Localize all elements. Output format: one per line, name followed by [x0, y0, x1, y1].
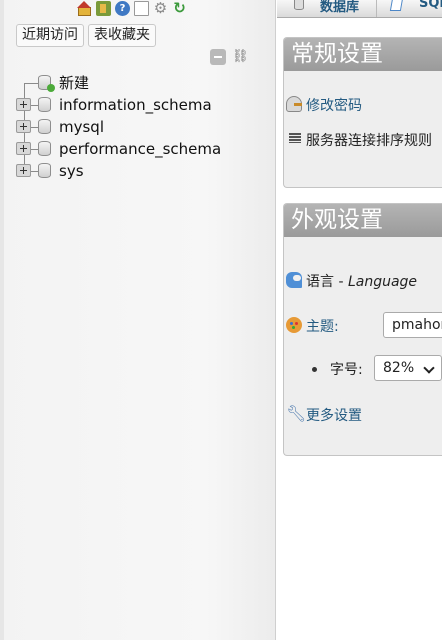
font-size-label: 字号: — [330, 362, 363, 378]
font-size-row: 字号: — [330, 359, 363, 379]
expand-icon[interactable] — [16, 164, 31, 177]
password-icon — [286, 96, 302, 112]
tab-sql[interactable]: SQL — [419, 0, 442, 11]
more-settings-link[interactable]: 🔧︎ 更多设置 — [286, 405, 362, 425]
expand-icon[interactable] — [16, 98, 31, 111]
tree-item-label[interactable]: performance_schema — [59, 138, 221, 160]
docs-icon[interactable] — [134, 0, 149, 16]
nav-tabs: 近期访问 表收藏夹 — [16, 24, 156, 47]
new-database-icon — [38, 75, 55, 92]
tree-item-new[interactable]: 新建 — [16, 72, 271, 94]
tree-item-label[interactable]: 新建 — [59, 72, 89, 94]
theme-select[interactable]: pmahomme — [383, 312, 442, 338]
database-icon — [38, 141, 51, 156]
main-content: 数据库 SQL 常规设置 修改密码 服务器连接排序规则 外观设置 语言 - La… — [277, 0, 442, 640]
tree-item-label[interactable]: information_schema — [59, 94, 212, 116]
database-icon — [38, 163, 51, 178]
font-size-select[interactable]: 82% — [374, 355, 442, 381]
appearance-settings-panel: 外观设置 语言 - Language 主题: pmahomme 字号: 82% … — [283, 203, 442, 456]
bullet — [312, 367, 317, 372]
collation-icon — [289, 133, 301, 143]
tree-item-label[interactable]: sys — [59, 160, 84, 182]
change-password-link[interactable]: 修改密码 — [286, 95, 362, 115]
server-collation-label: 服务器连接排序规则 — [306, 133, 432, 149]
general-settings-title: 常规设置 — [284, 38, 442, 71]
theme-label[interactable]: 主题: — [306, 319, 339, 335]
general-settings-panel: 常规设置 修改密码 服务器连接排序规则 — [283, 37, 442, 188]
collapse-all-icon[interactable] — [210, 49, 226, 65]
database-tree: 新建 information_schema mysql performance_… — [16, 72, 271, 182]
tab-divider — [376, 0, 377, 17]
theme-row: 主题: — [286, 316, 339, 336]
settings-icon[interactable]: ⚙ — [153, 0, 168, 16]
reload-icon[interactable]: ↻ — [172, 0, 187, 16]
tree-item-information-schema[interactable]: information_schema — [16, 94, 271, 116]
navigation-panel: ? ⚙ ↻ 近期访问 表收藏夹 ⛓ 新建 information_schema — [0, 0, 276, 640]
database-icon — [38, 119, 51, 134]
help-icon[interactable]: ? — [115, 0, 130, 16]
more-settings-label[interactable]: 更多设置 — [306, 408, 362, 424]
tree-item-sys[interactable]: sys — [16, 160, 271, 182]
theme-icon — [286, 317, 302, 333]
language-value: Language — [347, 274, 418, 290]
sql-icon — [389, 0, 404, 11]
logout-icon[interactable] — [96, 0, 111, 16]
database-icon — [38, 97, 51, 112]
top-tab-bar: 数据库 SQL — [277, 0, 442, 18]
server-collation-row: 服务器连接排序规则 — [289, 130, 432, 150]
wrench-icon: 🔧︎ — [286, 404, 307, 423]
link-icon[interactable]: ⛓ — [232, 50, 249, 63]
tree-item-performance-schema[interactable]: performance_schema — [16, 138, 271, 160]
nav-icon-bar: ? ⚙ ↻ — [77, 0, 187, 16]
language-row: 语言 - Language — [286, 271, 418, 291]
recent-tab[interactable]: 近期访问 — [16, 24, 84, 47]
home-icon[interactable] — [77, 0, 92, 16]
expand-icon[interactable] — [16, 142, 31, 155]
nav-edge — [0, 0, 4, 640]
language-label: 语言 - — [306, 274, 348, 290]
expand-icon[interactable] — [16, 120, 31, 133]
change-password-label[interactable]: 修改密码 — [306, 98, 362, 114]
tree-item-label[interactable]: mysql — [59, 116, 104, 138]
tree-item-mysql[interactable]: mysql — [16, 116, 271, 138]
tree-line — [24, 83, 38, 84]
tab-databases[interactable]: 数据库 — [320, 0, 359, 15]
favorites-tab[interactable]: 表收藏夹 — [88, 24, 156, 47]
appearance-settings-title: 外观设置 — [284, 204, 442, 237]
tree-line — [24, 83, 25, 94]
database-icon — [294, 0, 304, 10]
language-icon — [286, 272, 302, 288]
